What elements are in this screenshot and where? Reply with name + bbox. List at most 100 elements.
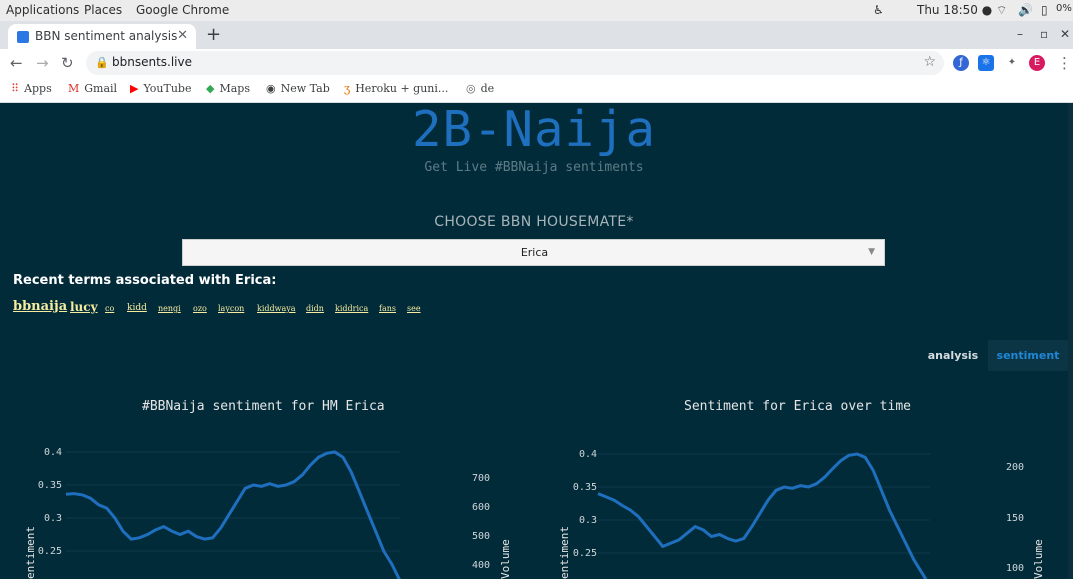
os-menu-places[interactable]: Places [84,3,122,17]
y2-axis-label: Volume [499,539,512,579]
term-link[interactable]: bbnaija [13,299,67,314]
youtube-icon: ▶ [130,82,139,95]
y-axis-tick: 0.35 [573,482,597,493]
housemate-dropdown[interactable]: Erica ▼ [182,239,885,266]
new-tab-icon[interactable]: + [206,24,221,45]
chart-favicon-icon [17,31,29,43]
y-axis-label: entiment [558,526,571,579]
volume-icon[interactable]: 🔊 [1018,3,1033,17]
tab-sentiment[interactable]: sentiment [988,340,1068,371]
bookmark-label: Gmail [84,82,118,95]
y-axis-tick: 0.3 [579,515,597,526]
gridlines [598,453,930,554]
battery-icon[interactable]: ▯ [1041,3,1048,17]
bookmark-youtube[interactable]: ▶ YouTube [130,82,191,95]
recent-terms-heading: Recent terms associated with Erica: [13,273,277,288]
bookmark-label: Apps [24,82,52,95]
extensions-puzzle-icon[interactable]: ✦ [1004,55,1020,71]
sentiment-over-time-chart[interactable]: 0.4 0.35 0.3 0.25 200 150 100 entiment V… [534,433,1068,579]
term-link[interactable]: ozo [193,304,207,313]
browser-toolbar: ← → ↻ 🔒 bbnsents.live ☆ ƒ ⚛ ✦ E ⋮ [0,49,1073,77]
os-top-bar: Applications Places Google Chrome ♿ Thu … [0,0,1073,21]
battery-percent: 0% [1056,3,1072,14]
globe-icon: ◉ [266,82,276,95]
os-clock[interactable]: Thu 18:50 ● [917,3,992,17]
bookmark-new-tab[interactable]: ◉ New Tab [266,82,330,95]
circle-icon: ◎ [466,82,476,95]
bookmark-label: YouTube [143,82,192,95]
y2-axis-tick: 400 [472,560,490,571]
term-link[interactable]: co [105,304,114,313]
tab-title: BBN sentiment analysis [35,29,178,43]
sentiment-chart[interactable]: 0.4 0.35 0.3 0.25 700 600 500 400 entime… [0,433,534,579]
y2-axis-tick: 700 [472,473,490,484]
forward-icon[interactable]: → [36,54,49,72]
term-link[interactable]: fans [379,304,396,313]
term-link[interactable]: kiddrica [335,304,368,313]
wifi-icon[interactable]: ⌔ [996,3,1007,18]
accessibility-icon[interactable]: ♿ [873,3,884,17]
dropdown-selected-value: Erica [520,246,549,259]
heroku-icon: ʒ [344,82,351,95]
sentiment-line [65,450,401,579]
y-axis-tick: 0.3 [44,513,62,524]
gmail-icon: M [68,82,80,95]
bookmark-apps[interactable]: ⠿ Apps [11,82,52,95]
y-axis-tick: 0.35 [38,480,62,491]
y2-axis-tick: 150 [1006,513,1024,524]
bookmark-label: Heroku + guni... [355,82,449,95]
bookmark-heroku[interactable]: ʒ Heroku + guni... [344,82,448,95]
housemate-select-label: CHOOSE BBN HOUSEMATE* [434,214,634,230]
extension-icon[interactable]: ƒ [953,55,969,71]
web-page: 2B-Naija Get Live #BBNaija sentiments CH… [0,103,1068,579]
y2-axis-label: Volume [1032,539,1045,579]
term-link[interactable]: see [407,304,421,313]
maximize-icon[interactable]: ▫ [1040,27,1048,41]
chevron-down-icon[interactable]: ▼ [868,247,875,257]
profile-avatar[interactable]: E [1029,55,1045,71]
y-axis-tick: 0.25 [38,546,62,557]
os-menu-applications[interactable]: Applications [6,3,79,17]
close-tab-icon[interactable]: ✕ [177,28,188,43]
lock-icon[interactable]: 🔒 [95,56,109,69]
url-text[interactable]: bbnsents.live [112,55,192,69]
term-link[interactable]: lucy [70,300,98,314]
y-axis-tick: 0.25 [573,548,597,559]
back-icon[interactable]: ← [10,54,23,72]
bookmark-label: New Tab [280,82,330,95]
close-window-icon[interactable]: ✕ [1060,27,1070,41]
bookmark-label: de [480,82,495,95]
page-scrollbar[interactable] [1068,103,1073,579]
browser-tab[interactable]: BBN sentiment analysis ✕ [8,24,196,49]
sentiment-line [597,452,928,579]
site-tagline: Get Live #BBNaija sentiments [424,160,644,175]
tab-analysis[interactable]: analysis [918,340,988,371]
y-axis-tick: 0.4 [44,447,62,458]
term-link[interactable]: kidd [127,303,147,313]
term-link[interactable]: didn [306,304,324,313]
minimize-icon[interactable]: – [1017,27,1023,41]
term-link[interactable]: nengi [158,304,181,313]
y-axis-tick: 0.4 [579,449,597,460]
reload-icon[interactable]: ↻ [61,54,74,72]
bookmark-de[interactable]: ◎ de [466,82,494,95]
y2-axis-tick: 100 [1006,563,1024,574]
os-menu-google-chrome[interactable]: Google Chrome [136,3,229,17]
browser-tab-strip: BBN sentiment analysis ✕ + – ▫ ✕ [0,21,1073,49]
menu-kebab-icon[interactable]: ⋮ [1057,54,1072,72]
y2-axis-tick: 600 [472,502,490,513]
chart-title: #BBNaija sentiment for HM Erica [142,399,385,414]
bookmark-maps[interactable]: ◆ Maps [206,82,250,95]
maps-icon: ◆ [206,82,215,95]
site-brand-title: 2B-Naija [411,103,656,158]
y-axis-label: entiment [24,526,37,579]
apps-grid-icon: ⠿ [11,82,20,95]
bookmark-star-icon[interactable]: ☆ [923,54,936,70]
term-link[interactable]: laycon [218,304,244,313]
address-bar[interactable]: 🔒 bbnsents.live ☆ [86,51,944,75]
extension-icon[interactable]: ⚛ [978,55,994,71]
y2-axis-tick: 200 [1006,462,1024,473]
bookmark-gmail[interactable]: M Gmail [68,82,117,95]
y2-axis-tick: 500 [472,531,490,542]
term-link[interactable]: kiddwaya [257,304,296,313]
